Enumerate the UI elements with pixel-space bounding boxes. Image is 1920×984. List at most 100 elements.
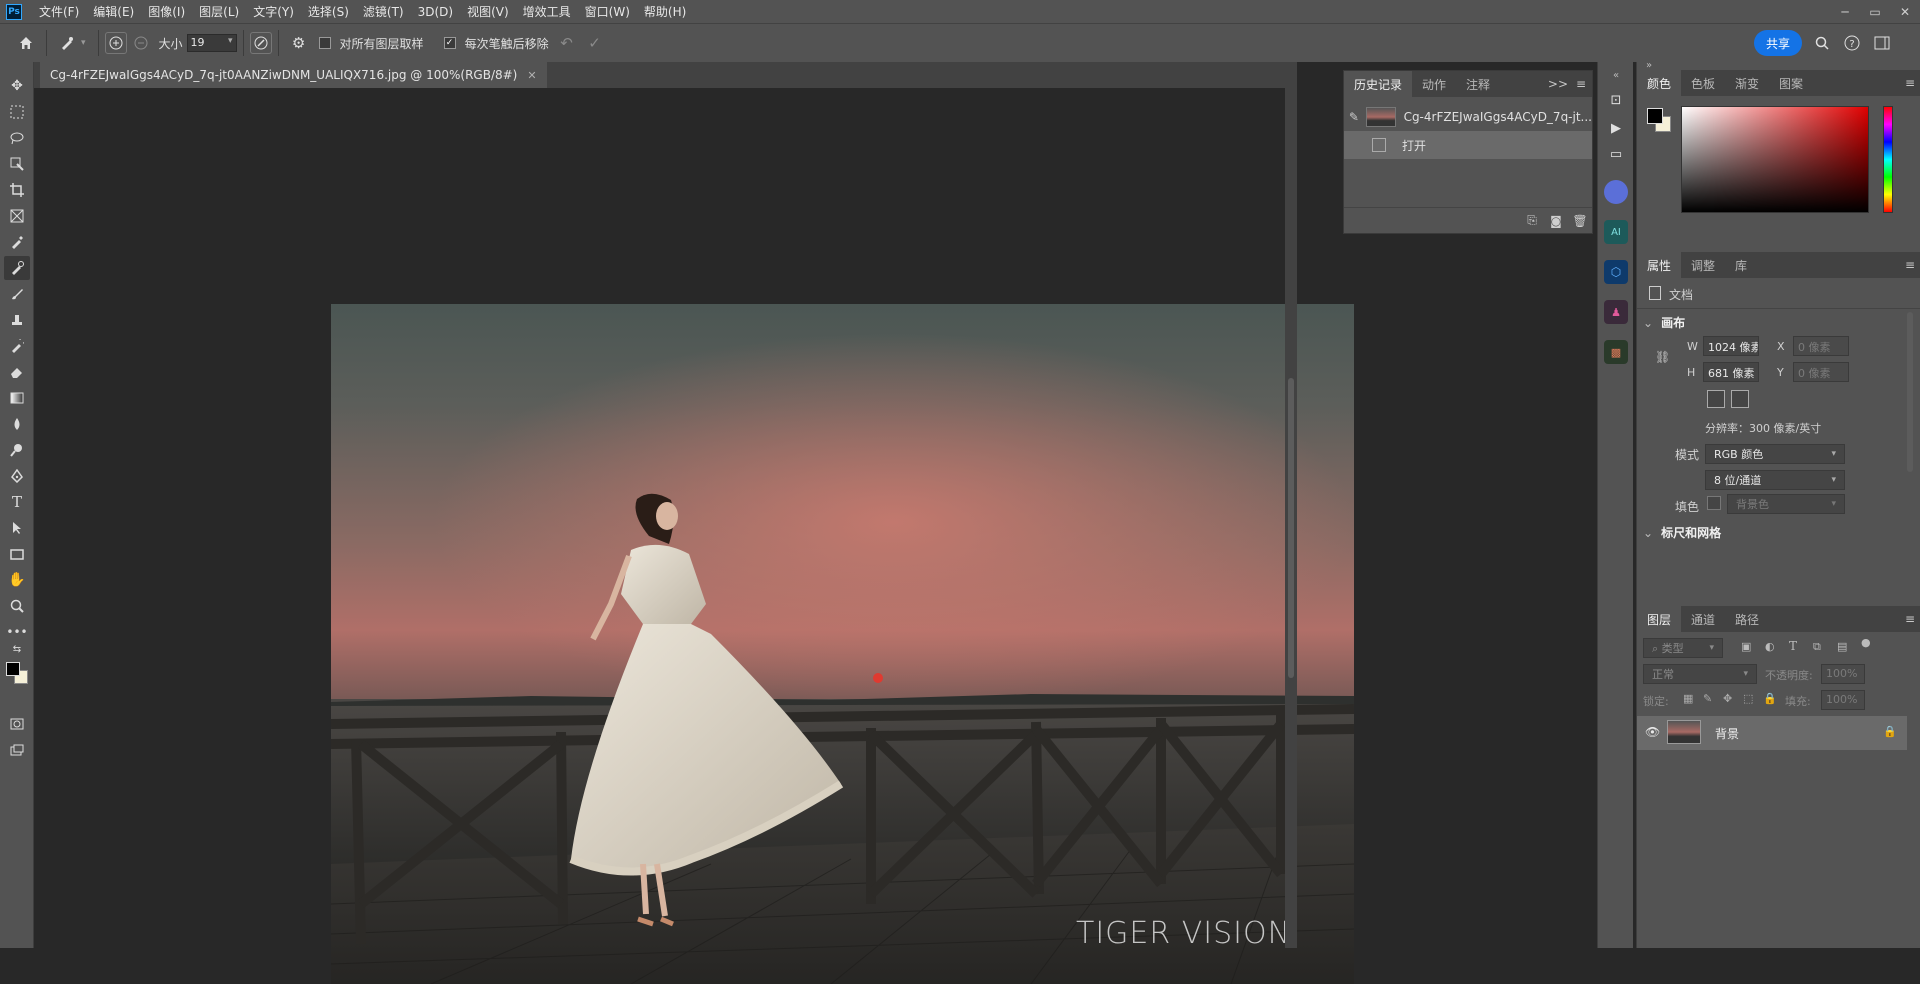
- gradient-tool-icon[interactable]: [4, 386, 30, 410]
- opacity-input[interactable]: 100%: [1821, 664, 1865, 684]
- panel-menu-icon[interactable]: ≡: [1576, 77, 1586, 91]
- y-input[interactable]: 0 像素: [1793, 362, 1849, 382]
- vertical-scrollbar[interactable]: [1285, 88, 1297, 948]
- pen-tool-icon[interactable]: [4, 464, 30, 488]
- width-input[interactable]: 1024 像素: [1703, 336, 1759, 356]
- help-icon[interactable]: ?: [1838, 29, 1866, 57]
- gear-icon[interactable]: ⚙: [285, 29, 313, 57]
- lock-position-icon[interactable]: ✥: [1723, 692, 1732, 705]
- x-input[interactable]: 0 像素: [1793, 336, 1849, 356]
- expand-panels-icon[interactable]: «: [1604, 68, 1628, 82]
- object-selection-tool-icon[interactable]: [4, 152, 30, 176]
- more-tools-icon[interactable]: •••: [4, 620, 30, 644]
- tab-notes[interactable]: 注释: [1456, 71, 1500, 97]
- menu-filter[interactable]: 滤镜(T): [356, 3, 411, 20]
- menu-help[interactable]: 帮助(H): [637, 3, 693, 20]
- swap-colors-icon[interactable]: ⇆: [4, 642, 30, 656]
- filter-type-icon[interactable]: T: [1789, 639, 1797, 653]
- menu-edit[interactable]: 编辑(E): [86, 3, 141, 20]
- blend-mode-select[interactable]: 正常 ▾: [1643, 664, 1757, 684]
- preset-dropdown-icon[interactable]: ▾: [81, 38, 86, 48]
- tab-paths[interactable]: 路径: [1725, 606, 1769, 632]
- plugin-ai-icon[interactable]: AI: [1604, 220, 1628, 244]
- rulers-grids-section-header[interactable]: ⌄ 标尺和网格: [1643, 524, 1721, 541]
- properties-scrollbar[interactable]: [1907, 312, 1913, 472]
- share-button[interactable]: 共享: [1753, 30, 1802, 56]
- tab-actions[interactable]: 动作: [1412, 71, 1456, 97]
- close-button[interactable]: ✕: [1890, 0, 1920, 23]
- scrollbar-thumb[interactable]: [1288, 378, 1294, 678]
- filter-adjustment-icon[interactable]: ◐: [1765, 640, 1775, 653]
- lock-artboard-icon[interactable]: ⬚: [1743, 692, 1753, 705]
- lock-all-icon[interactable]: 🔒: [1763, 692, 1777, 705]
- height-input[interactable]: 681 像素: [1703, 362, 1759, 382]
- restore-button[interactable]: ▭: [1860, 0, 1890, 23]
- filter-toggle-icon[interactable]: ●: [1861, 636, 1871, 649]
- filter-smart-object-icon[interactable]: ▤: [1837, 640, 1847, 653]
- menu-3d[interactable]: 3D(D): [411, 5, 460, 19]
- clone-stamp-tool-icon[interactable]: [4, 308, 30, 332]
- hand-tool-icon[interactable]: ✋: [4, 568, 30, 592]
- tab-libraries[interactable]: 库: [1725, 252, 1757, 278]
- plugin-figure-icon[interactable]: ♟: [1604, 300, 1628, 324]
- add-mode-icon[interactable]: [104, 32, 127, 54]
- tab-patterns[interactable]: 图案: [1769, 70, 1813, 96]
- layer-filter-select[interactable]: ⌕ 类型 ▾: [1643, 638, 1723, 658]
- bit-depth-select[interactable]: 8 位/通道 ▾: [1705, 470, 1845, 490]
- plugin-orb-icon[interactable]: [1604, 180, 1628, 204]
- commit-check-icon[interactable]: ✓: [581, 29, 609, 57]
- tab-gradients[interactable]: 渐变: [1725, 70, 1769, 96]
- tab-layers[interactable]: 图层: [1637, 606, 1682, 632]
- pressure-size-icon[interactable]: [249, 32, 272, 54]
- document-image[interactable]: TIGER VISION: [331, 304, 1354, 984]
- tab-history[interactable]: 历史记录: [1344, 71, 1413, 97]
- portrait-orientation-icon[interactable]: [1707, 390, 1725, 408]
- tab-adjustments[interactable]: 调整: [1681, 252, 1725, 278]
- frame-tool-icon[interactable]: [4, 204, 30, 228]
- landscape-orientation-icon[interactable]: [1731, 390, 1749, 408]
- fg-color-chip[interactable]: [1647, 108, 1663, 124]
- color-field[interactable]: [1681, 106, 1869, 213]
- marquee-tool-icon[interactable]: [4, 100, 30, 124]
- lock-image-icon[interactable]: ✎: [1703, 692, 1712, 705]
- camera-icon[interactable]: ◙: [1544, 214, 1568, 228]
- history-brush-source-icon[interactable]: ✎: [1344, 110, 1364, 124]
- menu-image[interactable]: 图像(I): [141, 3, 192, 20]
- lock-transparent-icon[interactable]: ▦: [1683, 692, 1693, 705]
- hue-slider[interactable]: [1883, 106, 1893, 213]
- fill-color-swatch[interactable]: [1707, 496, 1721, 510]
- screen-mode-icon[interactable]: [4, 738, 30, 762]
- zoom-tool-icon[interactable]: [4, 594, 30, 618]
- move-tool-icon[interactable]: ✥: [4, 74, 30, 98]
- filter-pixel-icon[interactable]: ▣: [1741, 640, 1751, 653]
- remove-after-stroke-checkbox[interactable]: ✓: [443, 37, 456, 49]
- tab-color[interactable]: 颜色: [1637, 70, 1682, 96]
- rectangle-tool-icon[interactable]: [4, 542, 30, 566]
- color-panel-menu-icon[interactable]: ≡: [1905, 76, 1915, 90]
- type-tool-icon[interactable]: T: [4, 490, 30, 514]
- healing-brush-preset-icon[interactable]: [53, 29, 81, 57]
- new-document-from-state-icon[interactable]: ⎘: [1520, 213, 1544, 228]
- plugin-photo-icon[interactable]: ▩: [1604, 340, 1628, 364]
- menu-file[interactable]: 文件(F): [32, 3, 86, 20]
- color-mode-select[interactable]: RGB 颜色 ▾: [1705, 444, 1845, 464]
- home-icon[interactable]: [12, 29, 40, 57]
- eraser-tool-icon[interactable]: [4, 360, 30, 384]
- subtract-mode-icon[interactable]: [127, 29, 155, 57]
- layer-lock-icon[interactable]: 🔒: [1883, 725, 1897, 738]
- crop-tool-icon[interactable]: [4, 178, 30, 202]
- brush-tool-icon[interactable]: [4, 282, 30, 306]
- path-selection-tool-icon[interactable]: [4, 516, 30, 540]
- history-snapshot[interactable]: ✎ Cg-4rFZEJwaIGgs4ACyD_7q-jt...: [1344, 103, 1592, 131]
- filter-shape-icon[interactable]: ⧉: [1813, 640, 1821, 654]
- link-icon[interactable]: ⛓: [1655, 350, 1670, 366]
- tab-channels[interactable]: 通道: [1681, 606, 1725, 632]
- dodge-tool-icon[interactable]: [4, 438, 30, 462]
- sample-all-layers-checkbox[interactable]: [318, 37, 331, 49]
- quick-mask-icon[interactable]: [4, 712, 30, 736]
- collapse-icon[interactable]: >>: [1548, 77, 1568, 91]
- fill-opacity-input[interactable]: 100%: [1821, 690, 1865, 710]
- menu-layer[interactable]: 图层(L): [192, 3, 246, 20]
- history-state[interactable]: 打开: [1344, 131, 1592, 159]
- document-tab[interactable]: Cg-4rFZEJwaIGgs4ACyD_7q-jt0AANZiwDNM_UAL…: [40, 62, 547, 88]
